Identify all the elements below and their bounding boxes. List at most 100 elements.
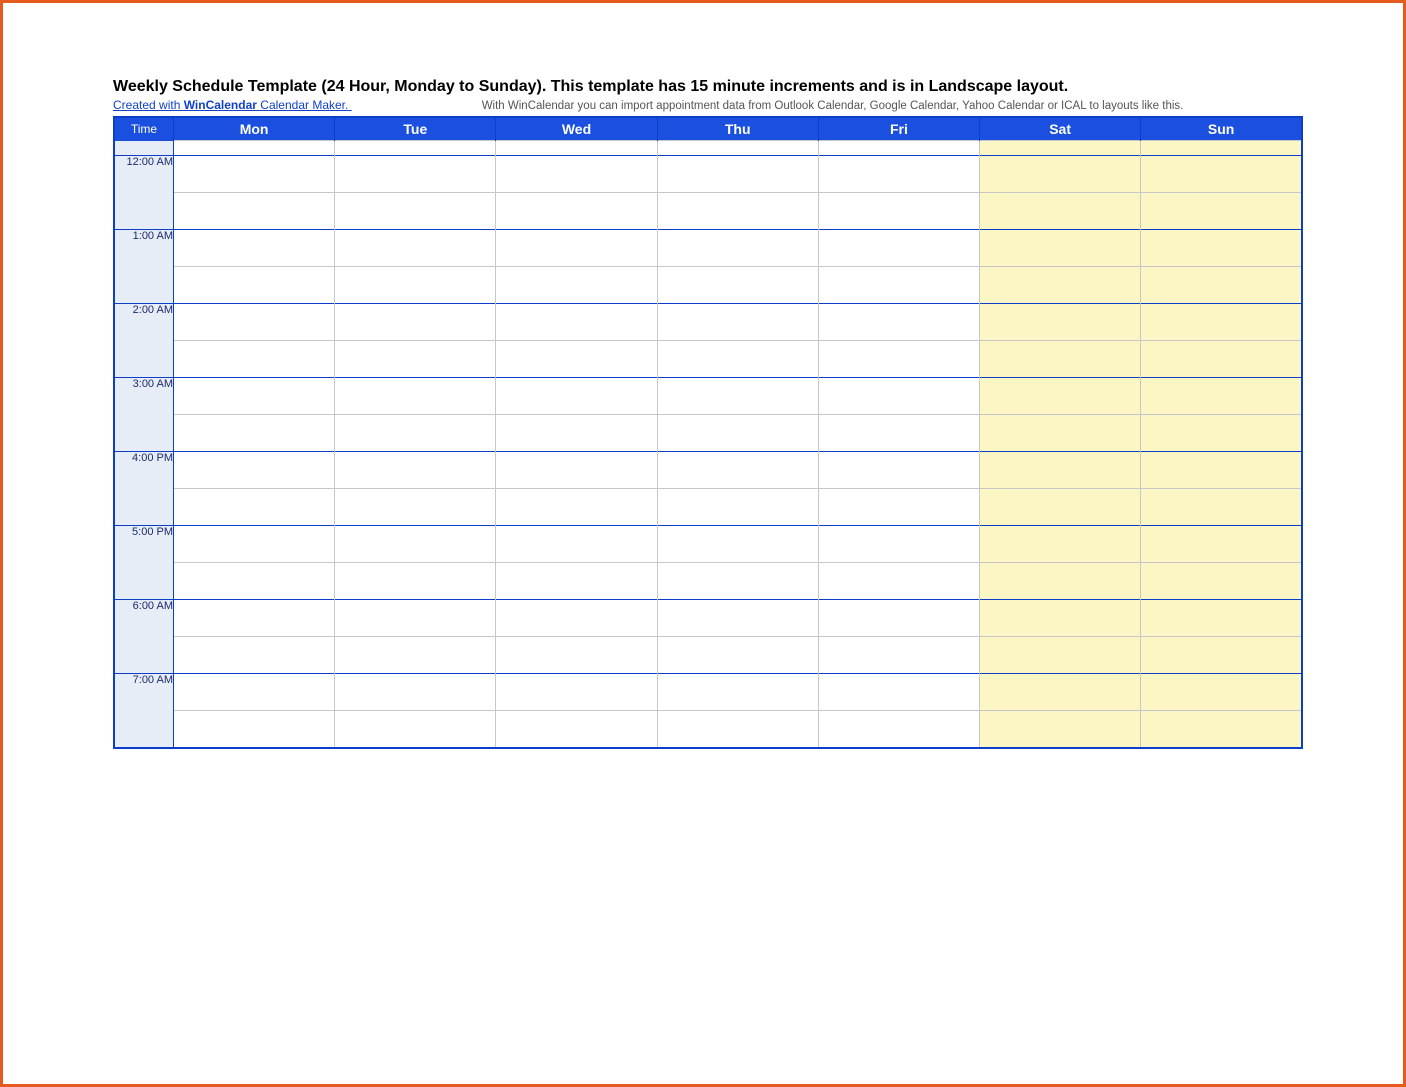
schedule-cell[interactable] [496,193,657,230]
schedule-cell[interactable] [657,637,818,674]
schedule-cell[interactable] [980,452,1141,489]
schedule-cell[interactable] [657,378,818,415]
schedule-cell[interactable] [174,563,335,600]
schedule-cell[interactable] [335,637,496,674]
schedule-cell[interactable] [335,341,496,378]
schedule-cell[interactable] [657,193,818,230]
maker-link[interactable]: Created with WinCalendar Calendar Maker. [113,98,352,112]
schedule-cell[interactable] [818,141,979,156]
schedule-cell[interactable] [335,141,496,156]
schedule-cell[interactable] [335,304,496,341]
schedule-cell[interactable] [335,452,496,489]
schedule-cell[interactable] [818,637,979,674]
schedule-cell[interactable] [980,341,1141,378]
schedule-cell[interactable] [174,415,335,452]
schedule-cell[interactable] [818,378,979,415]
schedule-cell[interactable] [657,674,818,711]
schedule-cell[interactable] [818,711,979,749]
schedule-cell[interactable] [980,711,1141,749]
schedule-cell[interactable] [496,141,657,156]
schedule-cell[interactable] [657,230,818,267]
schedule-cell[interactable] [980,563,1141,600]
schedule-cell[interactable] [1141,711,1302,749]
schedule-cell[interactable] [174,304,335,341]
schedule-cell[interactable] [1141,600,1302,637]
schedule-cell[interactable] [980,674,1141,711]
schedule-cell[interactable] [818,674,979,711]
schedule-cell[interactable] [980,141,1141,156]
schedule-cell[interactable] [1141,230,1302,267]
schedule-cell[interactable] [496,563,657,600]
schedule-cell[interactable] [980,526,1141,563]
schedule-cell[interactable] [496,304,657,341]
schedule-cell[interactable] [496,600,657,637]
schedule-cell[interactable] [496,711,657,749]
schedule-cell[interactable] [174,489,335,526]
schedule-cell[interactable] [1141,341,1302,378]
schedule-cell[interactable] [1141,563,1302,600]
schedule-cell[interactable] [496,341,657,378]
schedule-cell[interactable] [818,267,979,304]
schedule-cell[interactable] [818,563,979,600]
schedule-cell[interactable] [335,267,496,304]
schedule-cell[interactable] [174,600,335,637]
schedule-cell[interactable] [657,141,818,156]
schedule-cell[interactable] [174,378,335,415]
schedule-cell[interactable] [174,674,335,711]
schedule-cell[interactable] [657,304,818,341]
schedule-cell[interactable] [174,526,335,563]
schedule-cell[interactable] [980,489,1141,526]
schedule-cell[interactable] [818,193,979,230]
schedule-cell[interactable] [174,711,335,749]
schedule-cell[interactable] [496,637,657,674]
schedule-cell[interactable] [1141,489,1302,526]
schedule-cell[interactable] [657,600,818,637]
schedule-cell[interactable] [496,674,657,711]
schedule-cell[interactable] [1141,156,1302,193]
schedule-cell[interactable] [818,452,979,489]
schedule-cell[interactable] [335,230,496,267]
schedule-cell[interactable] [1141,637,1302,674]
schedule-cell[interactable] [818,489,979,526]
schedule-cell[interactable] [335,156,496,193]
schedule-cell[interactable] [1141,378,1302,415]
schedule-cell[interactable] [335,193,496,230]
schedule-cell[interactable] [174,341,335,378]
schedule-cell[interactable] [657,452,818,489]
schedule-cell[interactable] [1141,141,1302,156]
schedule-cell[interactable] [980,267,1141,304]
schedule-cell[interactable] [496,452,657,489]
schedule-cell[interactable] [335,378,496,415]
schedule-cell[interactable] [496,230,657,267]
schedule-cell[interactable] [174,230,335,267]
schedule-cell[interactable] [980,156,1141,193]
schedule-cell[interactable] [980,637,1141,674]
schedule-cell[interactable] [335,563,496,600]
schedule-cell[interactable] [657,267,818,304]
schedule-cell[interactable] [1141,304,1302,341]
schedule-cell[interactable] [335,600,496,637]
schedule-cell[interactable] [657,563,818,600]
schedule-cell[interactable] [818,526,979,563]
schedule-cell[interactable] [980,600,1141,637]
schedule-cell[interactable] [174,193,335,230]
schedule-cell[interactable] [496,378,657,415]
schedule-cell[interactable] [657,489,818,526]
schedule-cell[interactable] [1141,415,1302,452]
schedule-cell[interactable] [818,156,979,193]
schedule-cell[interactable] [818,230,979,267]
schedule-cell[interactable] [496,526,657,563]
schedule-cell[interactable] [657,341,818,378]
schedule-cell[interactable] [1141,452,1302,489]
schedule-cell[interactable] [657,526,818,563]
schedule-cell[interactable] [496,267,657,304]
schedule-cell[interactable] [980,415,1141,452]
schedule-cell[interactable] [657,156,818,193]
schedule-cell[interactable] [335,489,496,526]
schedule-cell[interactable] [980,193,1141,230]
schedule-cell[interactable] [1141,267,1302,304]
schedule-cell[interactable] [174,452,335,489]
schedule-cell[interactable] [980,378,1141,415]
schedule-cell[interactable] [657,711,818,749]
schedule-cell[interactable] [1141,526,1302,563]
